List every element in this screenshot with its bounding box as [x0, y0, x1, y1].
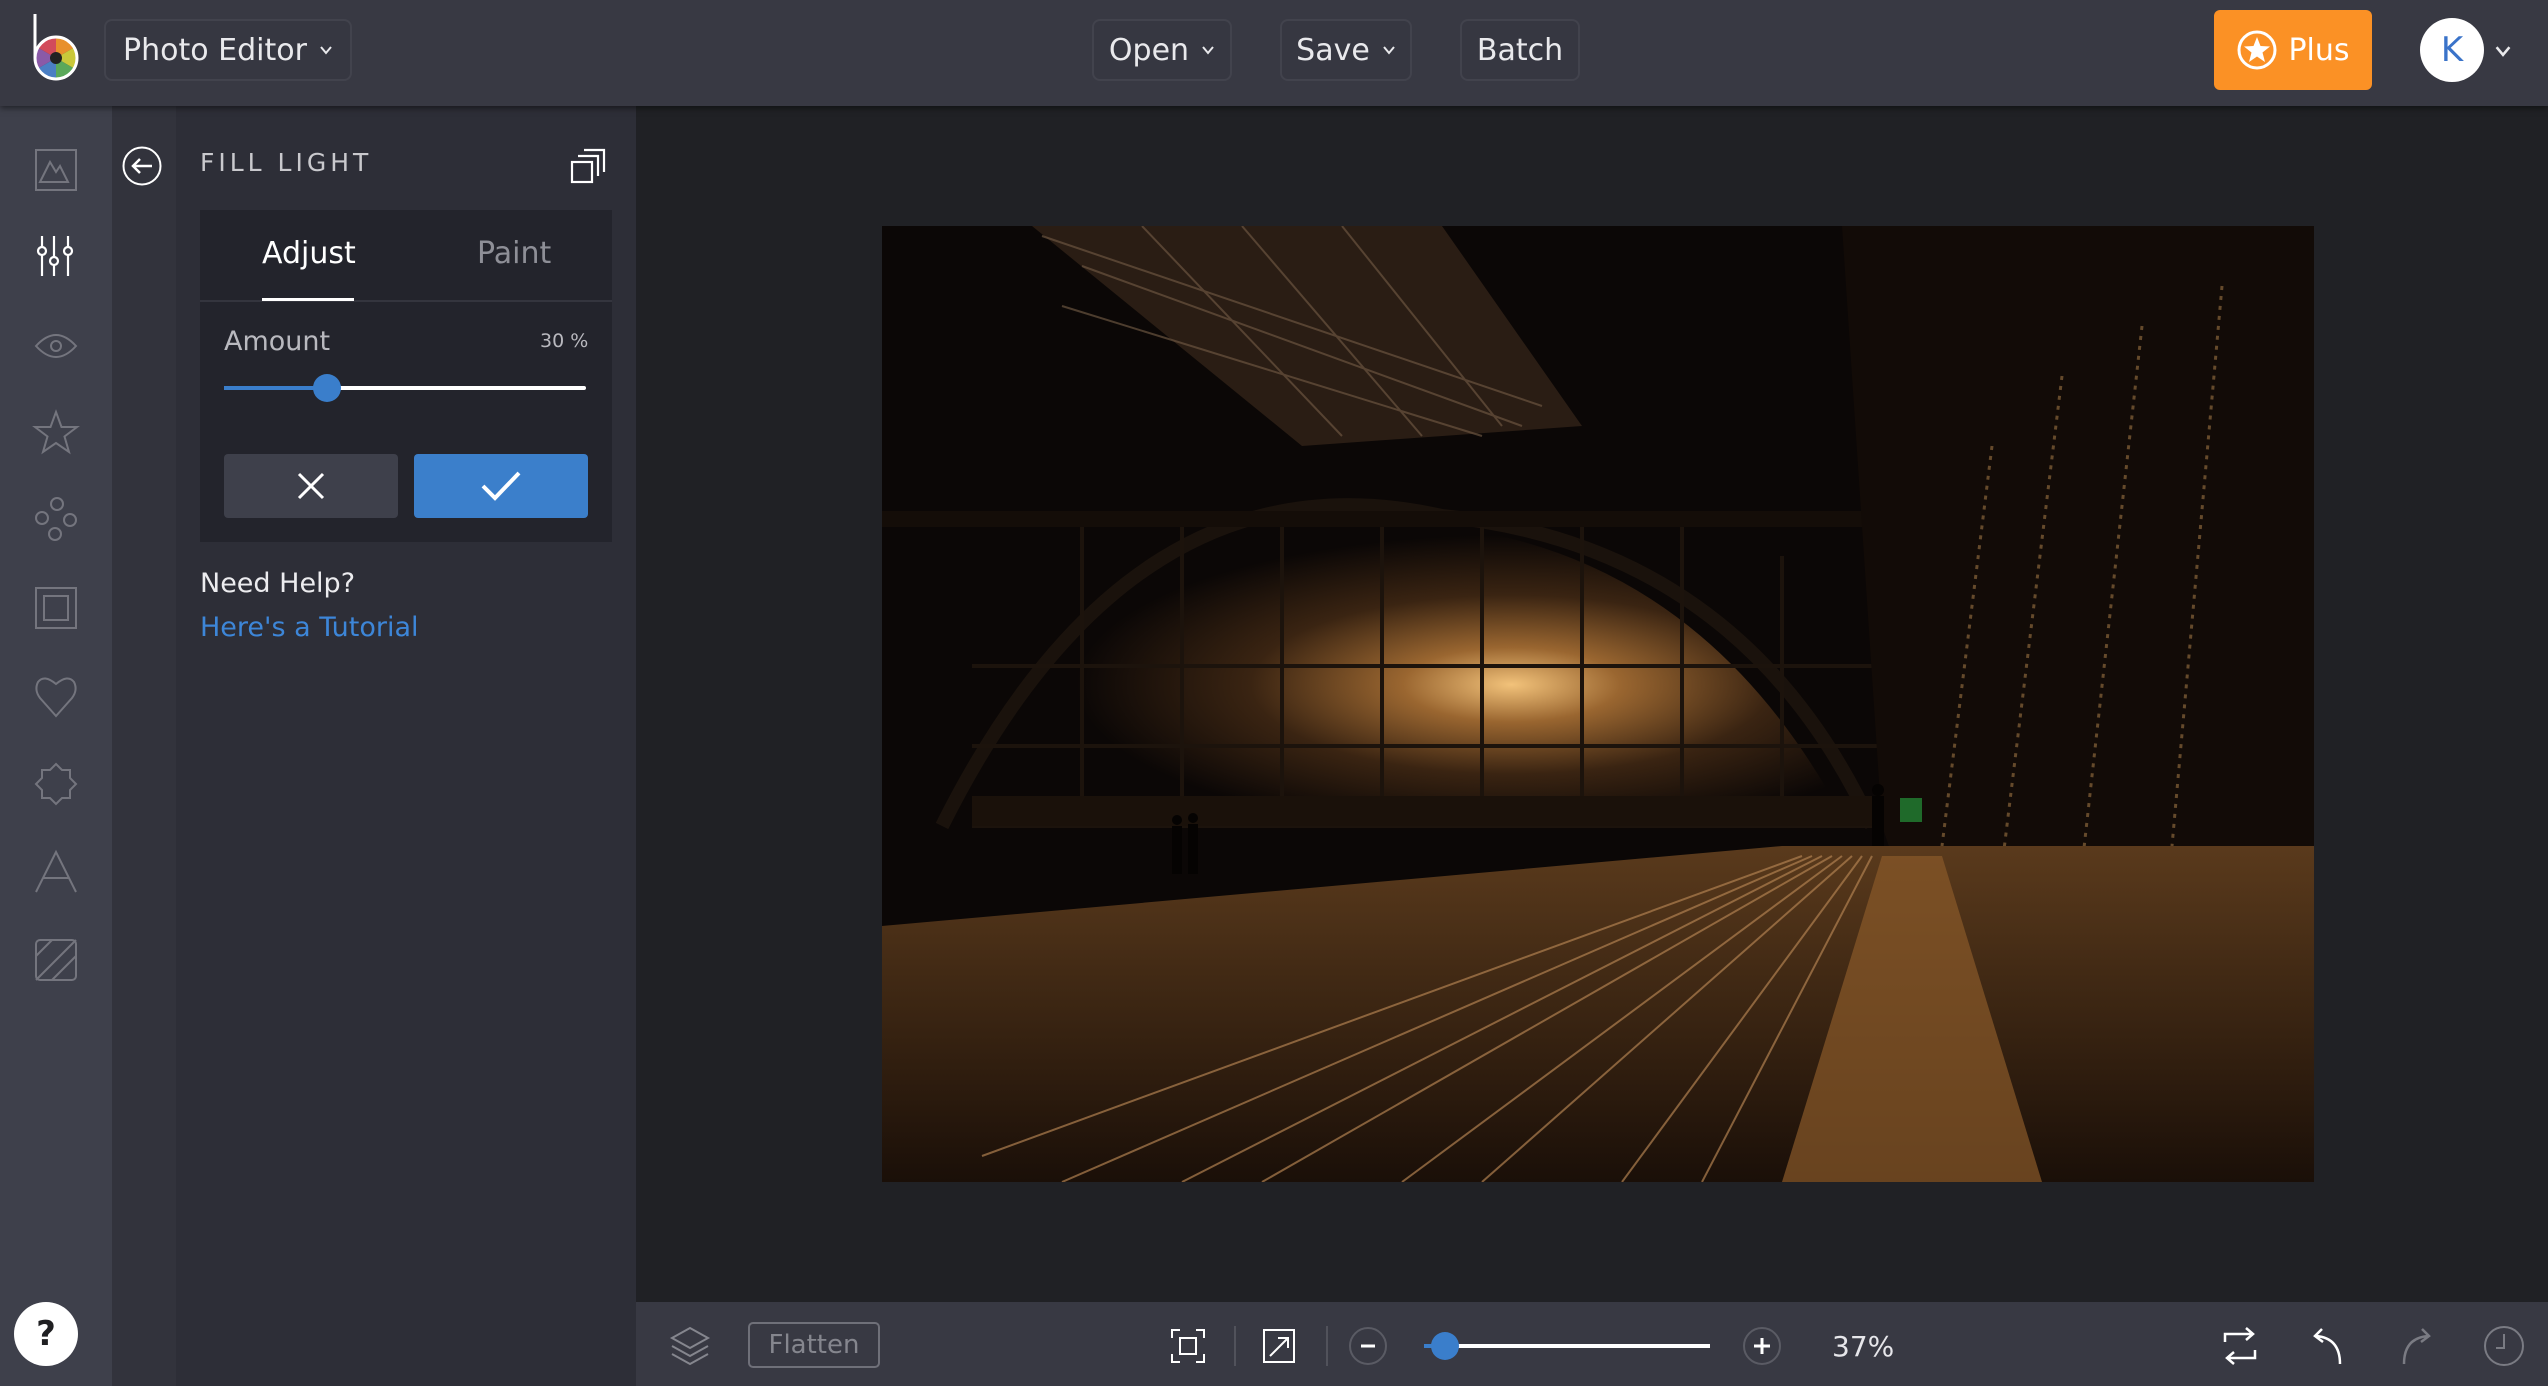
back-arrow-icon[interactable] [122, 146, 162, 186]
layers-icon[interactable] [668, 1324, 712, 1368]
cancel-button[interactable] [224, 454, 398, 518]
apply-button[interactable] [414, 454, 588, 518]
badge-icon[interactable] [32, 760, 80, 808]
panel-title: FILL LIGHT [200, 148, 373, 177]
text-icon[interactable] [32, 848, 80, 896]
train-station-photo [882, 226, 2314, 1182]
tab-paint[interactable]: Paint [477, 236, 551, 271]
avatar-initial: K [2440, 30, 2464, 70]
zoom-in-icon[interactable] [1742, 1326, 1782, 1366]
zoom-percentage: 37% [1832, 1330, 1895, 1363]
duplicate-layers-icon[interactable] [570, 148, 606, 184]
help-heading: Need Help? [200, 568, 356, 599]
zoom-slider-track[interactable] [1428, 1344, 1710, 1348]
amount-slider-fill [224, 386, 328, 390]
batch-label: Batch [1476, 32, 1564, 68]
panel-back-column [112, 106, 176, 1386]
undo-icon[interactable] [2310, 1326, 2346, 1366]
heart-icon[interactable] [32, 672, 80, 720]
open-label: Open [1108, 32, 1190, 68]
fill-light-controls: Adjust Paint Amount 30 % [200, 210, 612, 542]
user-avatar[interactable]: K [2420, 18, 2484, 82]
amount-label: Amount [224, 326, 331, 357]
actual-size-icon[interactable] [1262, 1328, 1296, 1364]
active-tab-indicator [262, 298, 354, 301]
amount-value: 30 % [540, 330, 589, 352]
history-icon[interactable] [2482, 1324, 2526, 1368]
save-button[interactable]: Save [1280, 19, 1412, 81]
plus-label: Plus [2288, 32, 2350, 68]
amount-slider-thumb[interactable] [313, 374, 342, 402]
tool-rail [0, 106, 112, 1386]
top-bar: Photo Editor Open Save Batch Plus K [0, 0, 2548, 106]
close-icon [297, 472, 325, 500]
tab-adjust[interactable]: Adjust [262, 236, 356, 271]
chevron-down-icon [1202, 46, 1214, 55]
flatten-button[interactable]: Flatten [748, 1322, 880, 1368]
sliders-icon[interactable] [32, 232, 80, 280]
photo-canvas[interactable] [882, 226, 2314, 1182]
star-icon[interactable] [32, 408, 80, 456]
tutorial-link[interactable]: Here's a Tutorial [200, 612, 419, 643]
open-button[interactable]: Open [1092, 19, 1232, 81]
image-icon[interactable] [32, 146, 80, 194]
texture-icon[interactable] [32, 936, 80, 984]
help-label: ? [36, 1314, 56, 1354]
plus-upgrade-button[interactable]: Plus [2214, 10, 2372, 90]
app-switcher-label: Photo Editor [123, 32, 307, 68]
flatten-label: Flatten [768, 1330, 860, 1360]
batch-button[interactable]: Batch [1460, 19, 1580, 81]
toolbar-divider [1234, 1326, 1236, 1366]
circles-icon[interactable] [32, 496, 80, 544]
eye-icon[interactable] [32, 322, 80, 370]
save-label: Save [1296, 32, 1370, 68]
chevron-down-icon [1383, 46, 1395, 55]
redo-icon[interactable] [2398, 1326, 2434, 1366]
star-badge-icon [2237, 30, 2277, 70]
checkmark-icon [481, 471, 521, 501]
zoom-out-icon[interactable] [1348, 1326, 1388, 1366]
chevron-down-icon [320, 46, 332, 55]
toolbar-divider [1326, 1326, 1328, 1366]
swap-compare-icon[interactable] [2222, 1326, 2258, 1366]
app-switcher-dropdown[interactable]: Photo Editor [104, 19, 352, 81]
fit-to-screen-icon[interactable] [1170, 1328, 1206, 1364]
app-logo[interactable] [28, 14, 84, 84]
frame-icon[interactable] [32, 584, 80, 632]
help-button[interactable]: ? [14, 1302, 78, 1366]
chevron-down-icon[interactable] [2494, 42, 2512, 60]
zoom-slider-thumb[interactable] [1430, 1332, 1459, 1360]
